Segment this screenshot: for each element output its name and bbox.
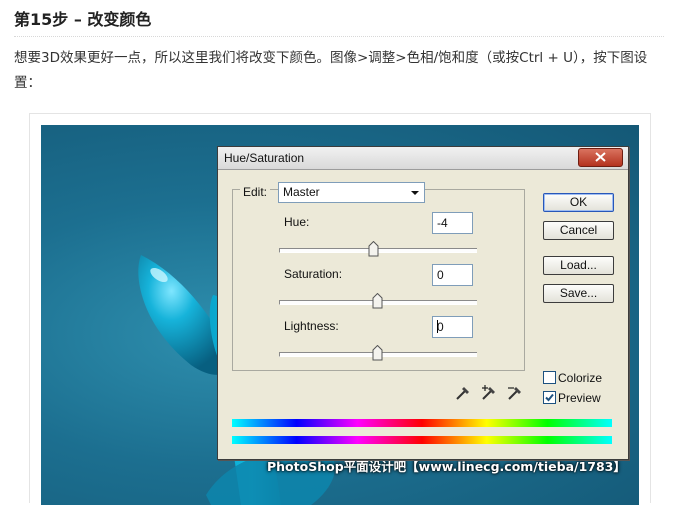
text-caret (437, 320, 438, 333)
hue-label: Hue: (284, 215, 310, 229)
ok-button[interactable]: OK (543, 193, 614, 212)
close-button[interactable] (578, 148, 623, 167)
dropdown-arrow-icon (411, 191, 419, 195)
saturation-slider-thumb[interactable] (372, 293, 383, 309)
hue-saturation-dialog: Hue/Saturation Edit: Master Hue: -4 Satu… (217, 146, 629, 460)
preview-label: Preview (558, 391, 601, 405)
hue-value: -4 (437, 216, 448, 230)
hue-slider-thumb[interactable] (368, 241, 379, 257)
saturation-value: 0 (437, 268, 444, 282)
close-icon (595, 152, 606, 162)
dialog-titlebar[interactable]: Hue/Saturation (218, 147, 628, 170)
hue-input[interactable]: -4 (432, 212, 473, 234)
title-divider (14, 36, 664, 37)
colorize-checkbox[interactable] (543, 371, 556, 384)
edit-select[interactable]: Master (278, 182, 425, 203)
eyedropper-minus-icon[interactable] (506, 383, 524, 401)
preview-checkbox[interactable] (543, 391, 556, 404)
article-paragraph: 想要3D效果更好一点，所以这里我们将改变下颜色。图像>调整>色相/饱和度（或按C… (14, 50, 648, 91)
dialog-title: Hue/Saturation (224, 151, 305, 165)
edit-label: Edit: (240, 185, 271, 199)
cancel-button[interactable]: Cancel (543, 221, 614, 240)
eyedropper-plus-icon[interactable] (480, 383, 498, 401)
edit-select-value: Master (283, 185, 320, 199)
saturation-label: Saturation: (284, 267, 343, 281)
load-button[interactable]: Load... (543, 256, 614, 275)
checkmark-icon (545, 393, 554, 402)
lightness-value: 0 (437, 320, 444, 334)
lightness-slider-thumb[interactable] (372, 345, 383, 361)
output-color-bar (232, 436, 612, 444)
article-title: 第15步 – 改变颜色 (14, 10, 152, 29)
edit-group (232, 189, 525, 371)
lightness-label: Lightness: (284, 319, 339, 333)
lightness-input[interactable]: 0 (432, 316, 473, 338)
eyedropper-icon[interactable] (454, 383, 472, 401)
colorize-label: Colorize (558, 371, 603, 385)
saturation-input[interactable]: 0 (432, 264, 473, 286)
input-color-bar (232, 419, 612, 427)
save-button[interactable]: Save... (543, 284, 614, 303)
